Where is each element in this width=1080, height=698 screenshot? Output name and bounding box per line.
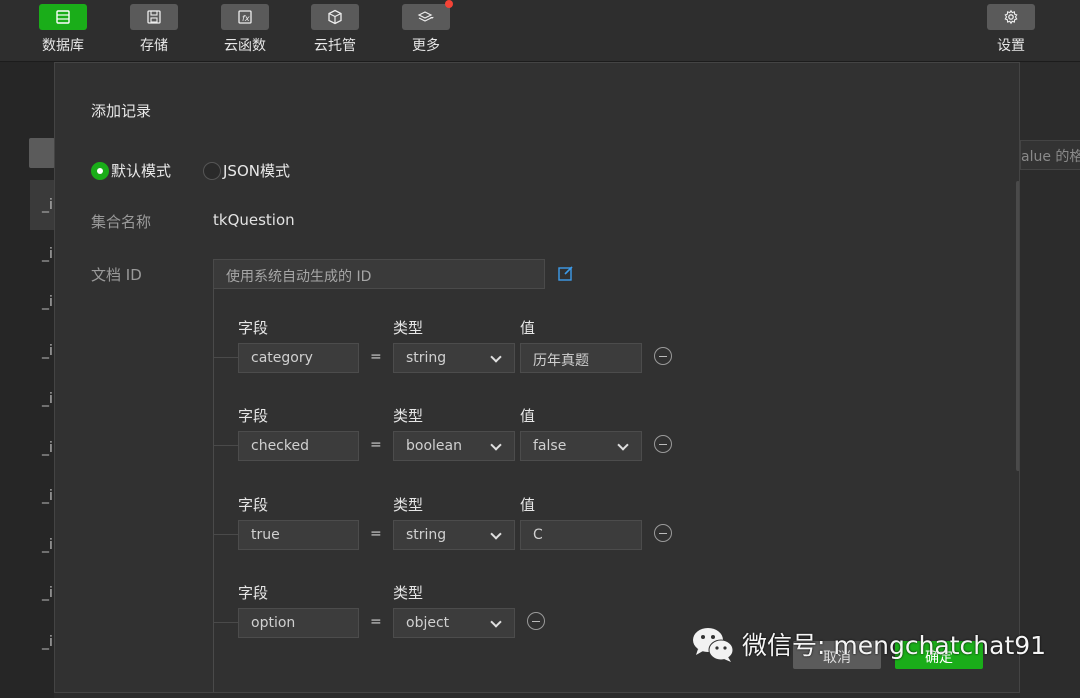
type-header: 类型 (393, 319, 424, 337)
background-filter-input[interactable]: alue 的格 (1020, 140, 1080, 170)
background-row-text[interactable]: _i (42, 634, 53, 650)
remove-field-icon[interactable] (654, 435, 672, 453)
fields-list: 字段 类型 值 category = string 历年真题 字段 类型 值 c… (213, 289, 694, 692)
background-row-text[interactable]: _i (42, 440, 53, 456)
background-row-text[interactable]: _i (42, 537, 53, 553)
field-value-select[interactable]: false (520, 431, 642, 461)
remove-field-icon[interactable] (654, 347, 672, 365)
radio-checked-icon (91, 161, 109, 180)
svg-text:fx: fx (242, 14, 250, 23)
field-name-input[interactable]: true (238, 520, 359, 550)
toolbar-storage[interactable]: 存储 (120, 4, 188, 55)
field-type-select[interactable]: object (393, 608, 515, 638)
toolbar-cloud-hosting[interactable]: 云托管 (301, 4, 369, 55)
cube-icon (311, 4, 359, 30)
tree-connector (214, 622, 238, 623)
document-id-input[interactable]: 使用系统自动生成的 ID (213, 259, 545, 289)
document-id-label: 文档 ID (91, 266, 142, 284)
field-value-input[interactable]: 历年真题 (520, 343, 642, 373)
background-row-text[interactable]: _i (42, 488, 53, 504)
field-header: 字段 (238, 496, 269, 514)
equals-sign: = (370, 349, 382, 365)
type-header: 类型 (393, 584, 424, 602)
value-header: 值 (520, 407, 536, 425)
field-type-select[interactable]: string (393, 343, 515, 373)
field-row: 字段 类型 值 checked = boolean false (214, 405, 694, 485)
toolbar-more[interactable]: 更多 (392, 0, 460, 55)
wechat-logo-icon (693, 628, 734, 662)
field-type-select[interactable]: string (393, 520, 515, 550)
tree-connector (214, 534, 238, 535)
equals-sign: = (370, 526, 382, 542)
floppy-icon (130, 4, 178, 30)
value-header: 值 (520, 496, 536, 514)
layers-icon (402, 0, 453, 30)
type-header: 类型 (393, 496, 424, 514)
toolbar-label: 设置 (997, 38, 1025, 54)
field-row: 字段 类型 值 category = string 历年真题 (214, 317, 694, 397)
toolbar-label: 云函数 (224, 38, 266, 54)
edit-icon[interactable] (557, 264, 575, 282)
watermark-text: 微信号: mengchatchat91 (742, 631, 1047, 660)
radio-unchecked-icon (203, 161, 221, 180)
remove-field-icon[interactable] (527, 612, 545, 630)
collection-name-label: 集合名称 (91, 213, 152, 231)
field-name-input[interactable]: option (238, 608, 359, 638)
field-type-select[interactable]: boolean (393, 431, 515, 461)
type-header: 类型 (393, 407, 424, 425)
field-header: 字段 (238, 407, 269, 425)
database-icon (39, 4, 87, 30)
dialog-title: 添加记录 (91, 102, 152, 120)
gear-icon (987, 4, 1035, 30)
background-row-text[interactable]: _i (42, 246, 53, 262)
field-header: 字段 (238, 319, 269, 337)
notification-badge (445, 0, 453, 8)
field-value-input[interactable]: C (520, 520, 642, 550)
toolbar-label: 数据库 (42, 38, 84, 54)
toolbar-database[interactable]: 数据库 (29, 4, 97, 55)
toolbar-label: 存储 (140, 38, 168, 54)
field-header: 字段 (238, 584, 269, 602)
equals-sign: = (370, 614, 382, 630)
dialog-scrollbar[interactable] (1016, 181, 1019, 471)
add-record-dialog: 添加记录 默认模式 JSON模式 集合名称 tkQuestion 文档 ID 使… (54, 62, 1020, 693)
watermark: 微信号: mengchatchat91 (690, 624, 1046, 664)
toolbar-label: 更多 (412, 38, 440, 54)
collection-name-value: tkQuestion (213, 211, 295, 229)
background-row-text[interactable]: _i (42, 294, 53, 310)
background-row-text[interactable]: _i (42, 585, 53, 601)
field-name-input[interactable]: category (238, 343, 359, 373)
toolbar-cloud-function[interactable]: fx 云函数 (211, 4, 279, 55)
toolbar-settings[interactable]: 设置 (977, 4, 1045, 55)
tree-connector (214, 445, 238, 446)
mode-label: JSON模式 (223, 162, 290, 180)
field-name-input[interactable]: checked (238, 431, 359, 461)
value-header: 值 (520, 319, 536, 337)
top-toolbar: 数据库 存储 fx 云函数 云托管 更多 设置 (0, 0, 1080, 62)
toolbar-label: 云托管 (314, 38, 356, 54)
mode-label: 默认模式 (111, 162, 172, 180)
field-row: 字段 类型 option = object (214, 582, 694, 662)
background-row-text[interactable]: _i (42, 197, 53, 213)
mode-json-radio[interactable]: JSON模式 (203, 160, 290, 181)
function-icon: fx (221, 4, 269, 30)
mode-default-radio[interactable]: 默认模式 (91, 160, 171, 181)
remove-field-icon[interactable] (654, 524, 672, 542)
background-button[interactable] (29, 138, 55, 168)
field-row: 字段 类型 值 true = string C (214, 494, 694, 574)
background-row-text[interactable]: _i (42, 343, 53, 359)
tree-connector (214, 357, 238, 358)
background-row-text[interactable]: _i (42, 391, 53, 407)
equals-sign: = (370, 437, 382, 453)
